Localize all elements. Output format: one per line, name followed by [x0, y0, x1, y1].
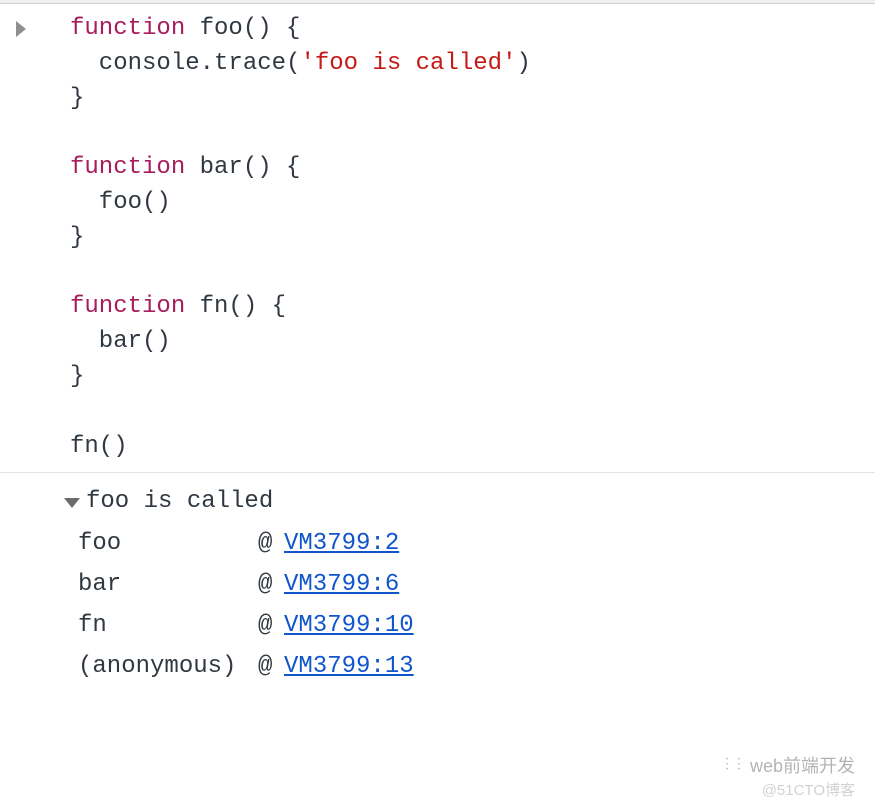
- keyword: function: [70, 293, 185, 320]
- output-gutter: [0, 481, 42, 687]
- stack-trace-table: foo @ VM3799:2 bar @ VM3799:6 fn @ VM379…: [78, 523, 414, 688]
- input-gutter: [0, 12, 42, 464]
- keyword: function: [70, 154, 185, 181]
- trace-body: foo is called foo @ VM3799:2 bar @ VM379…: [42, 481, 414, 687]
- watermark-text: web前端开发: [750, 752, 855, 778]
- at-symbol: @: [258, 564, 284, 605]
- stack-frame: (anonymous) @ VM3799:13: [78, 646, 414, 687]
- stack-frame: bar @ VM3799:6: [78, 564, 414, 605]
- console-trace-row: foo is called foo @ VM3799:2 bar @ VM379…: [0, 473, 875, 705]
- keyword: function: [70, 15, 185, 42]
- code-text: console.trace(: [70, 50, 300, 77]
- code-text: foo(): [70, 189, 171, 216]
- frame-function: foo: [78, 523, 258, 564]
- frame-function: bar: [78, 564, 258, 605]
- code-text: bar(): [70, 328, 171, 355]
- trace-header[interactable]: foo is called: [64, 481, 414, 522]
- code-text: }: [70, 85, 84, 112]
- frame-function: fn: [78, 605, 258, 646]
- code-block[interactable]: function foo() { console.trace('foo is c…: [42, 12, 531, 464]
- stack-frame: foo @ VM3799:2: [78, 523, 414, 564]
- wechat-icon: ⋮⋮: [720, 755, 744, 772]
- watermark-main: ⋮⋮ web前端开发: [720, 752, 855, 778]
- frame-source-link[interactable]: VM3799:13: [284, 646, 414, 687]
- disclosure-triangle-icon[interactable]: [64, 498, 80, 508]
- code-text: fn() {: [185, 293, 286, 320]
- code-text: ): [516, 50, 530, 77]
- trace-title: foo is called: [86, 481, 273, 522]
- code-text: }: [70, 224, 84, 251]
- frame-source-link[interactable]: VM3799:10: [284, 605, 414, 646]
- code-text: bar() {: [185, 154, 300, 181]
- string-literal: 'foo is called': [300, 50, 516, 77]
- at-symbol: @: [258, 523, 284, 564]
- stack-frame: fn @ VM3799:10: [78, 605, 414, 646]
- code-text: }: [70, 363, 84, 390]
- frame-source-link[interactable]: VM3799:6: [284, 564, 399, 605]
- frame-source-link[interactable]: VM3799:2: [284, 523, 399, 564]
- code-text: foo() {: [185, 15, 300, 42]
- at-symbol: @: [258, 605, 284, 646]
- watermark-sub: @51CTO博客: [762, 779, 855, 800]
- frame-function: (anonymous): [78, 646, 258, 687]
- at-symbol: @: [258, 646, 284, 687]
- chevron-right-icon: [16, 21, 26, 37]
- console-input-row: function foo() { console.trace('foo is c…: [0, 4, 875, 473]
- code-text: fn(): [70, 433, 128, 460]
